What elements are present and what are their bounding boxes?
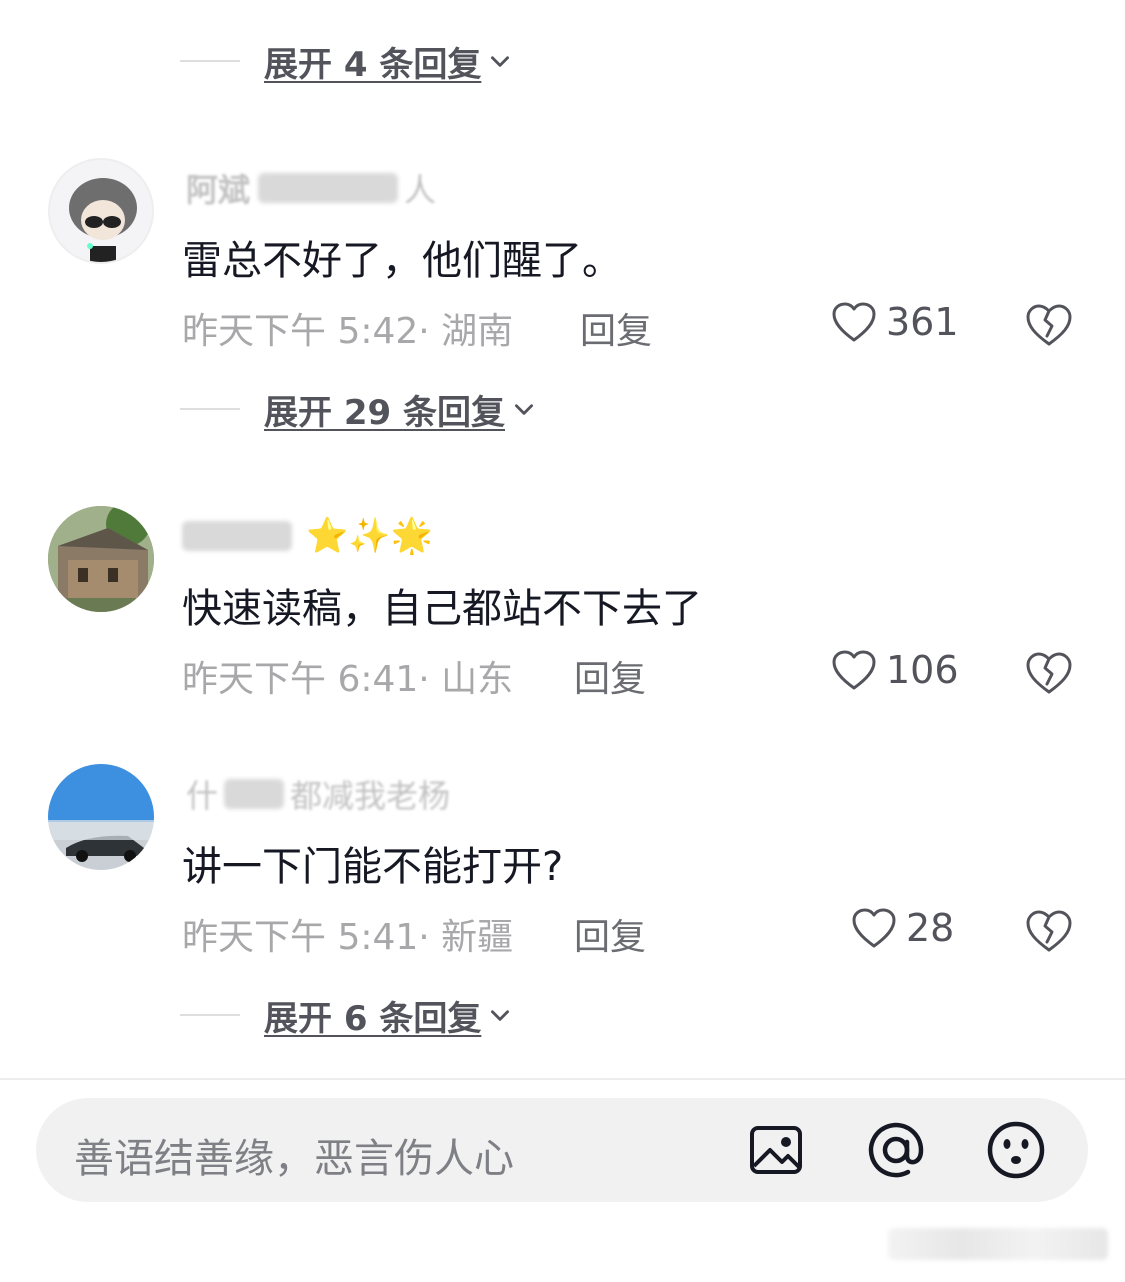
comment-text: 快速读稿，自己都站不下去了 — [182, 586, 702, 632]
avatar[interactable] — [48, 764, 154, 870]
like-count: 361 — [886, 300, 959, 344]
like-button[interactable]: 361 — [830, 300, 959, 344]
emoji-icon[interactable] — [986, 1120, 1046, 1180]
expand-replies-label: 展开 29 条回复 — [264, 392, 505, 433]
reply-button[interactable]: 回复 — [580, 302, 652, 354]
reply-button[interactable]: 回复 — [574, 908, 646, 960]
comment-username[interactable]: 阿斌 人 — [182, 166, 436, 210]
heart-icon — [832, 302, 876, 342]
at-icon[interactable] — [866, 1120, 926, 1180]
status-indicator — [888, 1228, 1108, 1260]
comment-input-bar: 善语结善缘，恶言伤人心 — [36, 1098, 1088, 1202]
like-button[interactable]: 106 — [830, 648, 959, 692]
expand-replies-label: 展开 6 条回复 — [264, 998, 482, 1039]
expand-replies-1[interactable]: 展开 4 条回复 — [180, 36, 513, 86]
avatar[interactable] — [48, 506, 154, 612]
comment-username[interactable]: 什 都减我老杨 — [182, 772, 450, 816]
expand-replies-3[interactable]: 展开 6 条回复 — [180, 990, 513, 1040]
comment-text: 雷总不好了，他们醒了。 — [182, 238, 622, 284]
username-emoji: ⭐✨🌟 — [306, 516, 434, 556]
chevron-down-icon — [491, 56, 510, 67]
broken-heart-icon[interactable] — [1024, 302, 1074, 348]
comment-time-location: 昨天下午 5:42· 湖南 — [182, 311, 514, 352]
expand-replies-label: 展开 4 条回复 — [264, 44, 482, 85]
comment-time-location: 昨天下午 5:41· 新疆 — [182, 917, 514, 958]
image-icon[interactable] — [746, 1120, 806, 1180]
divider-line — [180, 60, 240, 62]
comment-username[interactable]: ⭐✨🌟 — [182, 514, 433, 558]
divider-line — [180, 1014, 240, 1016]
chevron-down-icon — [491, 1010, 510, 1021]
broken-heart-icon[interactable] — [1024, 650, 1074, 696]
comment-input[interactable]: 善语结善缘，恶言伤人心 — [74, 1126, 514, 1184]
like-button[interactable]: 28 — [850, 906, 954, 950]
like-count: 28 — [906, 906, 955, 950]
reply-button[interactable]: 回复 — [574, 650, 646, 702]
input-divider — [0, 1078, 1125, 1080]
like-count: 106 — [886, 648, 959, 692]
comment-text: 讲一下门能不能打开? — [182, 844, 564, 890]
avatar[interactable] — [48, 158, 154, 264]
expand-replies-2[interactable]: 展开 29 条回复 — [180, 384, 537, 434]
comment-time-location: 昨天下午 6:41· 山东 — [182, 659, 514, 700]
heart-icon — [852, 908, 896, 948]
broken-heart-icon[interactable] — [1024, 908, 1074, 954]
divider-line — [180, 408, 240, 410]
heart-icon — [832, 650, 876, 690]
chevron-down-icon — [515, 404, 533, 415]
